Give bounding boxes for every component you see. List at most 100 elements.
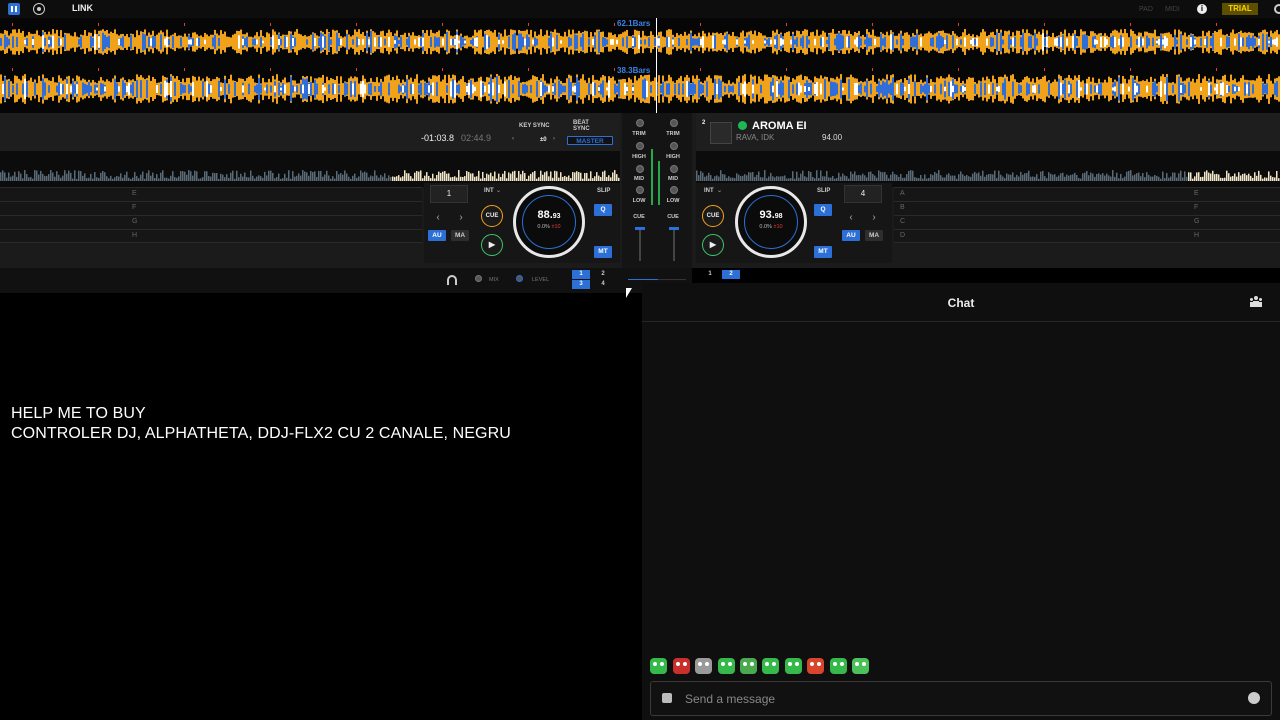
headphone-level-knob[interactable] <box>516 275 523 282</box>
mini-wave-mark <box>80 171 82 181</box>
channel2-fader[interactable] <box>673 227 675 261</box>
deck2-jog-wheel[interactable]: 93.98 0.0% ±10 <box>735 186 807 258</box>
headphone-mix-knob[interactable] <box>475 275 482 282</box>
beat-sync-button[interactable]: BEAT SYNC <box>573 120 593 132</box>
emote-7[interactable] <box>785 658 802 674</box>
channel1-fader[interactable] <box>639 227 641 261</box>
right-channel-button-1[interactable]: 1 <box>701 270 719 279</box>
deck1-quantize-button[interactable]: Q <box>594 204 612 216</box>
chat-message-input[interactable] <box>685 682 1235 715</box>
hotcue-row[interactable]: H <box>0 229 422 243</box>
high-knob-1[interactable] <box>636 142 644 150</box>
emoji-icon[interactable] <box>1248 692 1260 704</box>
channel1-fader-cap[interactable] <box>635 227 645 230</box>
mid-knob-2[interactable] <box>670 165 678 173</box>
right-channel-button-2[interactable]: 2 <box>722 270 740 279</box>
record-icon[interactable] <box>33 3 45 15</box>
hotcue-row[interactable]: BF <box>894 201 1280 215</box>
deck2-master-tempo-button[interactable]: MA <box>865 230 883 241</box>
wave-mid-mark <box>1192 78 1194 100</box>
emote-5[interactable] <box>740 658 757 674</box>
wave-mid-mark <box>176 36 178 48</box>
wave-mid-mark <box>240 78 242 100</box>
wave-mid-mark <box>268 33 270 51</box>
deck2-play-button[interactable]: ▶ <box>702 234 724 256</box>
master-button[interactable]: MASTER <box>567 136 613 145</box>
channel-button-2[interactable]: 2 <box>594 270 612 279</box>
deck1-time-total: 02:44.9 <box>461 133 492 143</box>
emote-2[interactable] <box>673 658 690 674</box>
deck2-loop-right-icon[interactable]: › <box>867 211 881 225</box>
wave-low-mark <box>522 84 524 94</box>
hotcue-row[interactable]: AE <box>894 187 1280 201</box>
wave-mid-mark <box>240 29 242 55</box>
deck2-auto-button[interactable]: AU <box>842 230 860 241</box>
mixer-grid-icon[interactable] <box>8 3 20 15</box>
deck1-loop-number[interactable]: 1 <box>430 185 468 203</box>
deck1-slip-button[interactable]: SLIP <box>597 188 610 194</box>
deck1-mini-waveform[interactable] <box>0 151 620 187</box>
deck1-int-button[interactable]: INT <box>484 188 494 194</box>
trim-knob-2[interactable] <box>670 119 678 127</box>
deck2-int-button[interactable]: INT <box>704 188 714 194</box>
trim-knob-1[interactable] <box>636 119 644 127</box>
channel-button-1[interactable]: 1 <box>572 270 590 279</box>
deck2-slip-button[interactable]: SLIP <box>817 188 830 194</box>
deck2-quantize-button[interactable]: Q <box>814 204 832 216</box>
high-knob-2[interactable] <box>670 142 678 150</box>
channel-button-3[interactable]: 3 <box>572 280 590 289</box>
key-down-icon[interactable]: ‹ <box>512 136 514 142</box>
deck2-mini-waveform[interactable] <box>696 151 1280 187</box>
deck2-mt-button[interactable]: MT <box>814 246 832 258</box>
hotcue-row[interactable]: CG <box>894 215 1280 229</box>
link-button[interactable]: LINK <box>72 3 93 13</box>
emote-3[interactable] <box>695 658 712 674</box>
deck2-cue-button[interactable]: CUE <box>702 205 724 227</box>
channel2-cue-button[interactable]: CUE <box>663 214 683 220</box>
deck2-loop-number[interactable]: 4 <box>844 185 882 203</box>
shield-icon[interactable] <box>662 693 672 703</box>
emote-9[interactable] <box>830 658 847 674</box>
mid-knob-1[interactable] <box>636 165 644 173</box>
deck1-jog-wheel[interactable]: 88.93 0.0% ±10 <box>513 186 585 258</box>
emote-4[interactable] <box>718 658 735 674</box>
deck1-master-tempo-button[interactable]: MA <box>451 230 469 241</box>
hotcue-row[interactable]: G <box>0 215 422 229</box>
deck1-loop-right-icon[interactable]: › <box>454 211 468 225</box>
mini-wave-mark <box>840 176 842 181</box>
low-knob-2[interactable] <box>670 186 678 194</box>
hotcue-row[interactable]: F <box>0 201 422 215</box>
channel1-cue-button[interactable]: CUE <box>629 214 649 220</box>
wave-mid-mark <box>596 29 598 55</box>
key-up-icon[interactable]: › <box>553 136 555 142</box>
midi-button[interactable]: MIDI <box>1165 6 1180 13</box>
deck1-cue-button[interactable]: CUE <box>481 205 503 227</box>
waveform-overview[interactable]: 62.1Bars 38.3Bars <box>0 18 1280 113</box>
users-icon[interactable] <box>1250 296 1262 307</box>
emote-8[interactable] <box>807 658 824 674</box>
info-icon[interactable]: i <box>1197 4 1207 14</box>
emote-10[interactable] <box>852 658 869 674</box>
pad-button[interactable]: PAD <box>1139 6 1153 13</box>
wave-low-mark <box>1276 81 1278 97</box>
trial-badge[interactable]: TRIAL <box>1222 3 1258 15</box>
wave-high-mark <box>668 36 670 48</box>
gear-icon[interactable] <box>1274 4 1280 14</box>
hotcue-row[interactable]: DH <box>894 229 1280 243</box>
wave-mid-mark <box>224 31 226 53</box>
deck1-mt-button[interactable]: MT <box>594 246 612 258</box>
chevron-down-icon[interactable]: ⌄ <box>717 187 722 194</box>
chevron-down-icon[interactable]: ⌄ <box>496 187 501 194</box>
hotcue-row[interactable]: E <box>0 187 422 201</box>
deck2-loop-left-icon[interactable]: ‹ <box>844 211 858 225</box>
deck1-play-button[interactable]: ▶ <box>481 234 503 256</box>
deck1-loop-left-icon[interactable]: ‹ <box>431 211 445 225</box>
wave-high-mark <box>1214 87 1216 91</box>
mini-wave-mark <box>1110 176 1112 181</box>
low-knob-1[interactable] <box>636 186 644 194</box>
deck1-auto-button[interactable]: AU <box>428 230 446 241</box>
emote-6[interactable] <box>762 658 779 674</box>
channel2-fader-cap[interactable] <box>669 227 679 230</box>
emote-1[interactable] <box>650 658 667 674</box>
channel-button-4[interactable]: 4 <box>594 280 612 289</box>
